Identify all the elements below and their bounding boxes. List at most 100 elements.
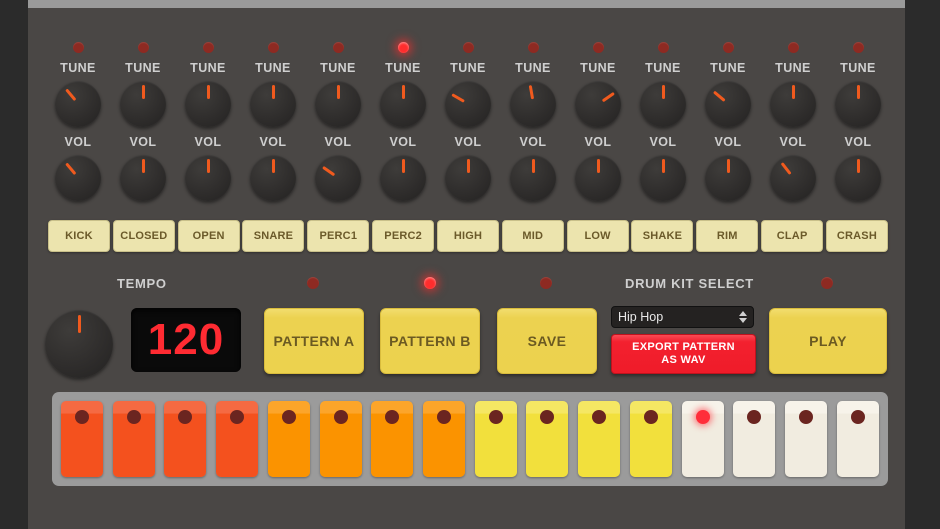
step-pad-13[interactable] — [681, 401, 724, 477]
vol-label: VOL — [454, 135, 482, 149]
channel-led-perc1 — [332, 42, 344, 53]
instrument-button-mid[interactable]: MID — [501, 220, 564, 252]
tune-knob-low[interactable] — [575, 81, 621, 127]
tune-knob-perc1[interactable] — [315, 81, 361, 127]
tune-knob-perc2[interactable] — [380, 81, 426, 127]
knob-pointer — [791, 85, 795, 99]
vol-label: VOL — [844, 135, 872, 149]
knob-pointer — [856, 85, 860, 99]
play-led — [821, 277, 833, 289]
step-pad-9[interactable] — [474, 401, 517, 477]
knob-pointer — [726, 159, 730, 173]
chevron-up-icon — [739, 311, 747, 316]
play-button[interactable]: PLAY — [769, 308, 887, 374]
vol-knob-low[interactable] — [575, 155, 621, 201]
instrument-button-closed[interactable]: CLOSED — [112, 220, 175, 252]
tempo-knob-pointer — [77, 315, 81, 333]
instrument-button-crash[interactable]: CRASH — [825, 220, 888, 252]
instrument-button-high[interactable]: HIGH — [436, 220, 499, 252]
step-pad-led-3 — [178, 410, 193, 424]
drum-machine: TUNE VOL TUNE VOL TUNE VOL TUNE VOL TUNE VOL TUNE V… — [0, 0, 940, 529]
tune-knob-rim[interactable] — [705, 81, 751, 127]
instrument-button-kick[interactable]: KICK — [48, 220, 110, 252]
pattern-a-button[interactable]: PATTERN A — [264, 308, 364, 374]
vol-label: VOL — [779, 135, 807, 149]
instrument-button-row: KICK CLOSED OPEN SNARE PERC1 PERC2 HIGH MID LOW S… — [48, 220, 888, 252]
step-pad-led-12 — [643, 410, 658, 424]
step-pad-15[interactable] — [785, 401, 828, 477]
vol-knob-snare[interactable] — [250, 155, 296, 201]
vol-knob-perc2[interactable] — [380, 155, 426, 201]
step-pad-11[interactable] — [578, 401, 621, 477]
step-pad-led-10 — [540, 410, 555, 424]
save-button[interactable]: SAVE — [497, 308, 597, 374]
tune-label: TUNE — [385, 61, 421, 75]
tune-knob-high[interactable] — [445, 81, 491, 127]
step-pad-3[interactable] — [164, 401, 207, 477]
vol-knob-high[interactable] — [445, 155, 491, 201]
tune-knob-closed[interactable] — [120, 81, 166, 127]
tune-label: TUNE — [320, 61, 356, 75]
vol-knob-rim[interactable] — [705, 155, 751, 201]
tune-label: TUNE — [580, 61, 616, 75]
step-pad-1[interactable] — [61, 401, 103, 477]
step-pad-16[interactable] — [836, 401, 879, 477]
export-pattern-as-wav-button[interactable]: EXPORT PATTERN AS WAV — [611, 334, 756, 374]
vol-knob-kick[interactable] — [55, 155, 101, 201]
instrument-button-shake[interactable]: SHAKE — [631, 220, 694, 252]
instrument-button-perc1[interactable]: PERC1 — [307, 220, 370, 252]
channel-led-rim — [722, 42, 734, 53]
vol-knob-shake[interactable] — [640, 155, 686, 201]
tune-knob-clap[interactable] — [770, 81, 816, 127]
vol-knob-crash[interactable] — [835, 155, 881, 201]
vol-knob-mid[interactable] — [510, 155, 556, 201]
tune-label: TUNE — [125, 61, 161, 75]
vol-label: VOL — [584, 135, 612, 149]
step-pad-led-16 — [850, 410, 865, 424]
pattern-b-led — [424, 277, 436, 289]
instrument-button-perc2[interactable]: PERC2 — [372, 220, 435, 252]
vol-knob-open[interactable] — [185, 155, 231, 201]
tune-label: TUNE — [515, 61, 551, 75]
step-pad-4[interactable] — [216, 401, 259, 477]
step-pad-7[interactable] — [371, 401, 414, 477]
vol-knob-clap[interactable] — [770, 155, 816, 201]
step-pad-14[interactable] — [733, 401, 776, 477]
step-pad-6[interactable] — [319, 401, 362, 477]
knob-pointer — [64, 88, 76, 102]
tune-knob-shake[interactable] — [640, 81, 686, 127]
channel-led-open — [202, 42, 214, 53]
chevron-down-icon — [739, 318, 747, 323]
pattern-b-button[interactable]: PATTERN B — [380, 308, 480, 374]
tempo-knob[interactable] — [45, 310, 113, 378]
drum-kit-select[interactable]: Hip Hop — [611, 306, 754, 328]
instrument-button-rim[interactable]: RIM — [696, 220, 759, 252]
instrument-button-low[interactable]: LOW — [566, 220, 629, 252]
channel-led-mid — [527, 42, 539, 53]
channel-led-snare — [267, 42, 279, 53]
tune-knob-open[interactable] — [185, 81, 231, 127]
vol-knob-perc1[interactable] — [315, 155, 361, 201]
knob-pointer — [596, 159, 600, 173]
tune-knob-crash[interactable] — [835, 81, 881, 127]
knob-pointer — [64, 162, 76, 176]
tune-knob-snare[interactable] — [250, 81, 296, 127]
vol-label: VOL — [64, 135, 92, 149]
step-pad-2[interactable] — [112, 401, 155, 477]
step-pad-led-2 — [126, 410, 141, 424]
knob-pointer — [336, 85, 340, 99]
instrument-button-open[interactable]: OPEN — [177, 220, 240, 252]
step-pad-10[interactable] — [526, 401, 569, 477]
instrument-button-snare[interactable]: SNARE — [242, 220, 305, 252]
step-pad-8[interactable] — [423, 401, 466, 477]
channel-led-clap — [787, 42, 799, 53]
step-pad-led-11 — [592, 410, 607, 424]
vol-label: VOL — [194, 135, 222, 149]
tune-knob-mid[interactable] — [510, 81, 556, 127]
step-pad-5[interactable] — [267, 401, 310, 477]
vol-knob-closed[interactable] — [120, 155, 166, 201]
step-pad-12[interactable] — [629, 401, 672, 477]
tune-knob-kick[interactable] — [55, 81, 101, 127]
instrument-button-clap[interactable]: CLAP — [761, 220, 824, 252]
step-pad-led-14 — [747, 410, 762, 424]
